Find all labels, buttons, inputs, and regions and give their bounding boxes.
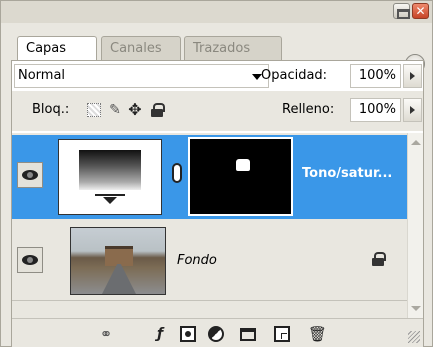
lock-row: Bloq.: ✎ ✥ Relleno: 100% bbox=[12, 91, 423, 131]
lock-transparency-icon[interactable] bbox=[87, 103, 101, 117]
fill-slider-button[interactable] bbox=[403, 98, 422, 122]
padlock-icon bbox=[151, 103, 165, 117]
layers-list: Tono/satur... Fondo bbox=[12, 133, 407, 318]
layers-toolbar: ⚭ ƒ 🗑 bbox=[12, 318, 423, 347]
delete-layer-icon[interactable]: 🗑 bbox=[308, 326, 327, 342]
visibility-toggle[interactable] bbox=[17, 162, 43, 188]
layer-mask-thumbnail[interactable] bbox=[188, 137, 293, 216]
layer-row-background[interactable]: Fondo bbox=[12, 221, 407, 301]
link-layers-icon[interactable]: ⚭ bbox=[98, 326, 114, 342]
layer-name[interactable]: Fondo bbox=[177, 252, 217, 270]
gradient-icon bbox=[79, 150, 141, 190]
lock-label: Bloq.: bbox=[32, 102, 70, 117]
fill-input[interactable]: 100% bbox=[350, 98, 401, 122]
eye-icon bbox=[22, 255, 38, 265]
road-shape bbox=[101, 264, 137, 294]
title-bar: ✕ bbox=[1, 1, 432, 23]
layer-row-adjustment[interactable]: Tono/satur... bbox=[12, 135, 407, 219]
lock-all-icon[interactable] bbox=[150, 103, 165, 117]
eye-icon bbox=[22, 170, 38, 180]
link-chain-icon[interactable] bbox=[172, 163, 182, 183]
lock-image-icon[interactable]: ✎ bbox=[108, 103, 122, 117]
opacity-label: Opacidad: bbox=[261, 68, 328, 83]
tab-canales[interactable]: Canales bbox=[101, 36, 181, 60]
close-button[interactable]: ✕ bbox=[412, 3, 429, 19]
resize-grip-icon[interactable] bbox=[408, 331, 420, 343]
adjustment-thumbnail[interactable] bbox=[58, 139, 162, 215]
tab-trazados[interactable]: Trazados bbox=[184, 36, 282, 60]
scroll-down-icon[interactable] bbox=[411, 306, 421, 311]
panel-content: Normal Opacidad: 100% Bloq.: ✎ ✥ Relleno… bbox=[11, 60, 424, 347]
tab-capas[interactable]: Capas bbox=[17, 36, 97, 60]
layers-scrollbar[interactable] bbox=[407, 133, 423, 318]
layer-style-icon[interactable]: ƒ bbox=[152, 326, 168, 342]
blend-mode-value: Normal bbox=[18, 68, 66, 83]
lock-icon bbox=[372, 252, 386, 266]
opacity-slider-button[interactable] bbox=[403, 64, 422, 88]
adjustment-layer-icon[interactable] bbox=[208, 326, 224, 342]
slider-triangle-icon bbox=[95, 194, 125, 204]
layer-name[interactable]: Tono/satur... bbox=[302, 165, 392, 183]
layer-thumbnail[interactable] bbox=[70, 227, 166, 295]
new-layer-icon[interactable] bbox=[274, 326, 290, 342]
lock-position-icon[interactable]: ✥ bbox=[128, 102, 142, 118]
gate-shape bbox=[105, 246, 133, 266]
new-group-icon[interactable] bbox=[240, 328, 256, 341]
visibility-toggle[interactable] bbox=[17, 247, 43, 273]
mask-shape-icon bbox=[236, 159, 250, 171]
add-mask-icon[interactable] bbox=[180, 326, 196, 342]
opacity-input[interactable]: 100% bbox=[350, 64, 401, 88]
scroll-up-icon[interactable] bbox=[411, 140, 421, 145]
layers-panel: ✕ Capas Canales Trazados ▸ Normal Opacid… bbox=[0, 0, 433, 347]
minimize-button[interactable] bbox=[393, 3, 410, 19]
fill-label: Relleno: bbox=[282, 102, 335, 117]
blend-mode-select[interactable]: Normal bbox=[14, 64, 269, 88]
